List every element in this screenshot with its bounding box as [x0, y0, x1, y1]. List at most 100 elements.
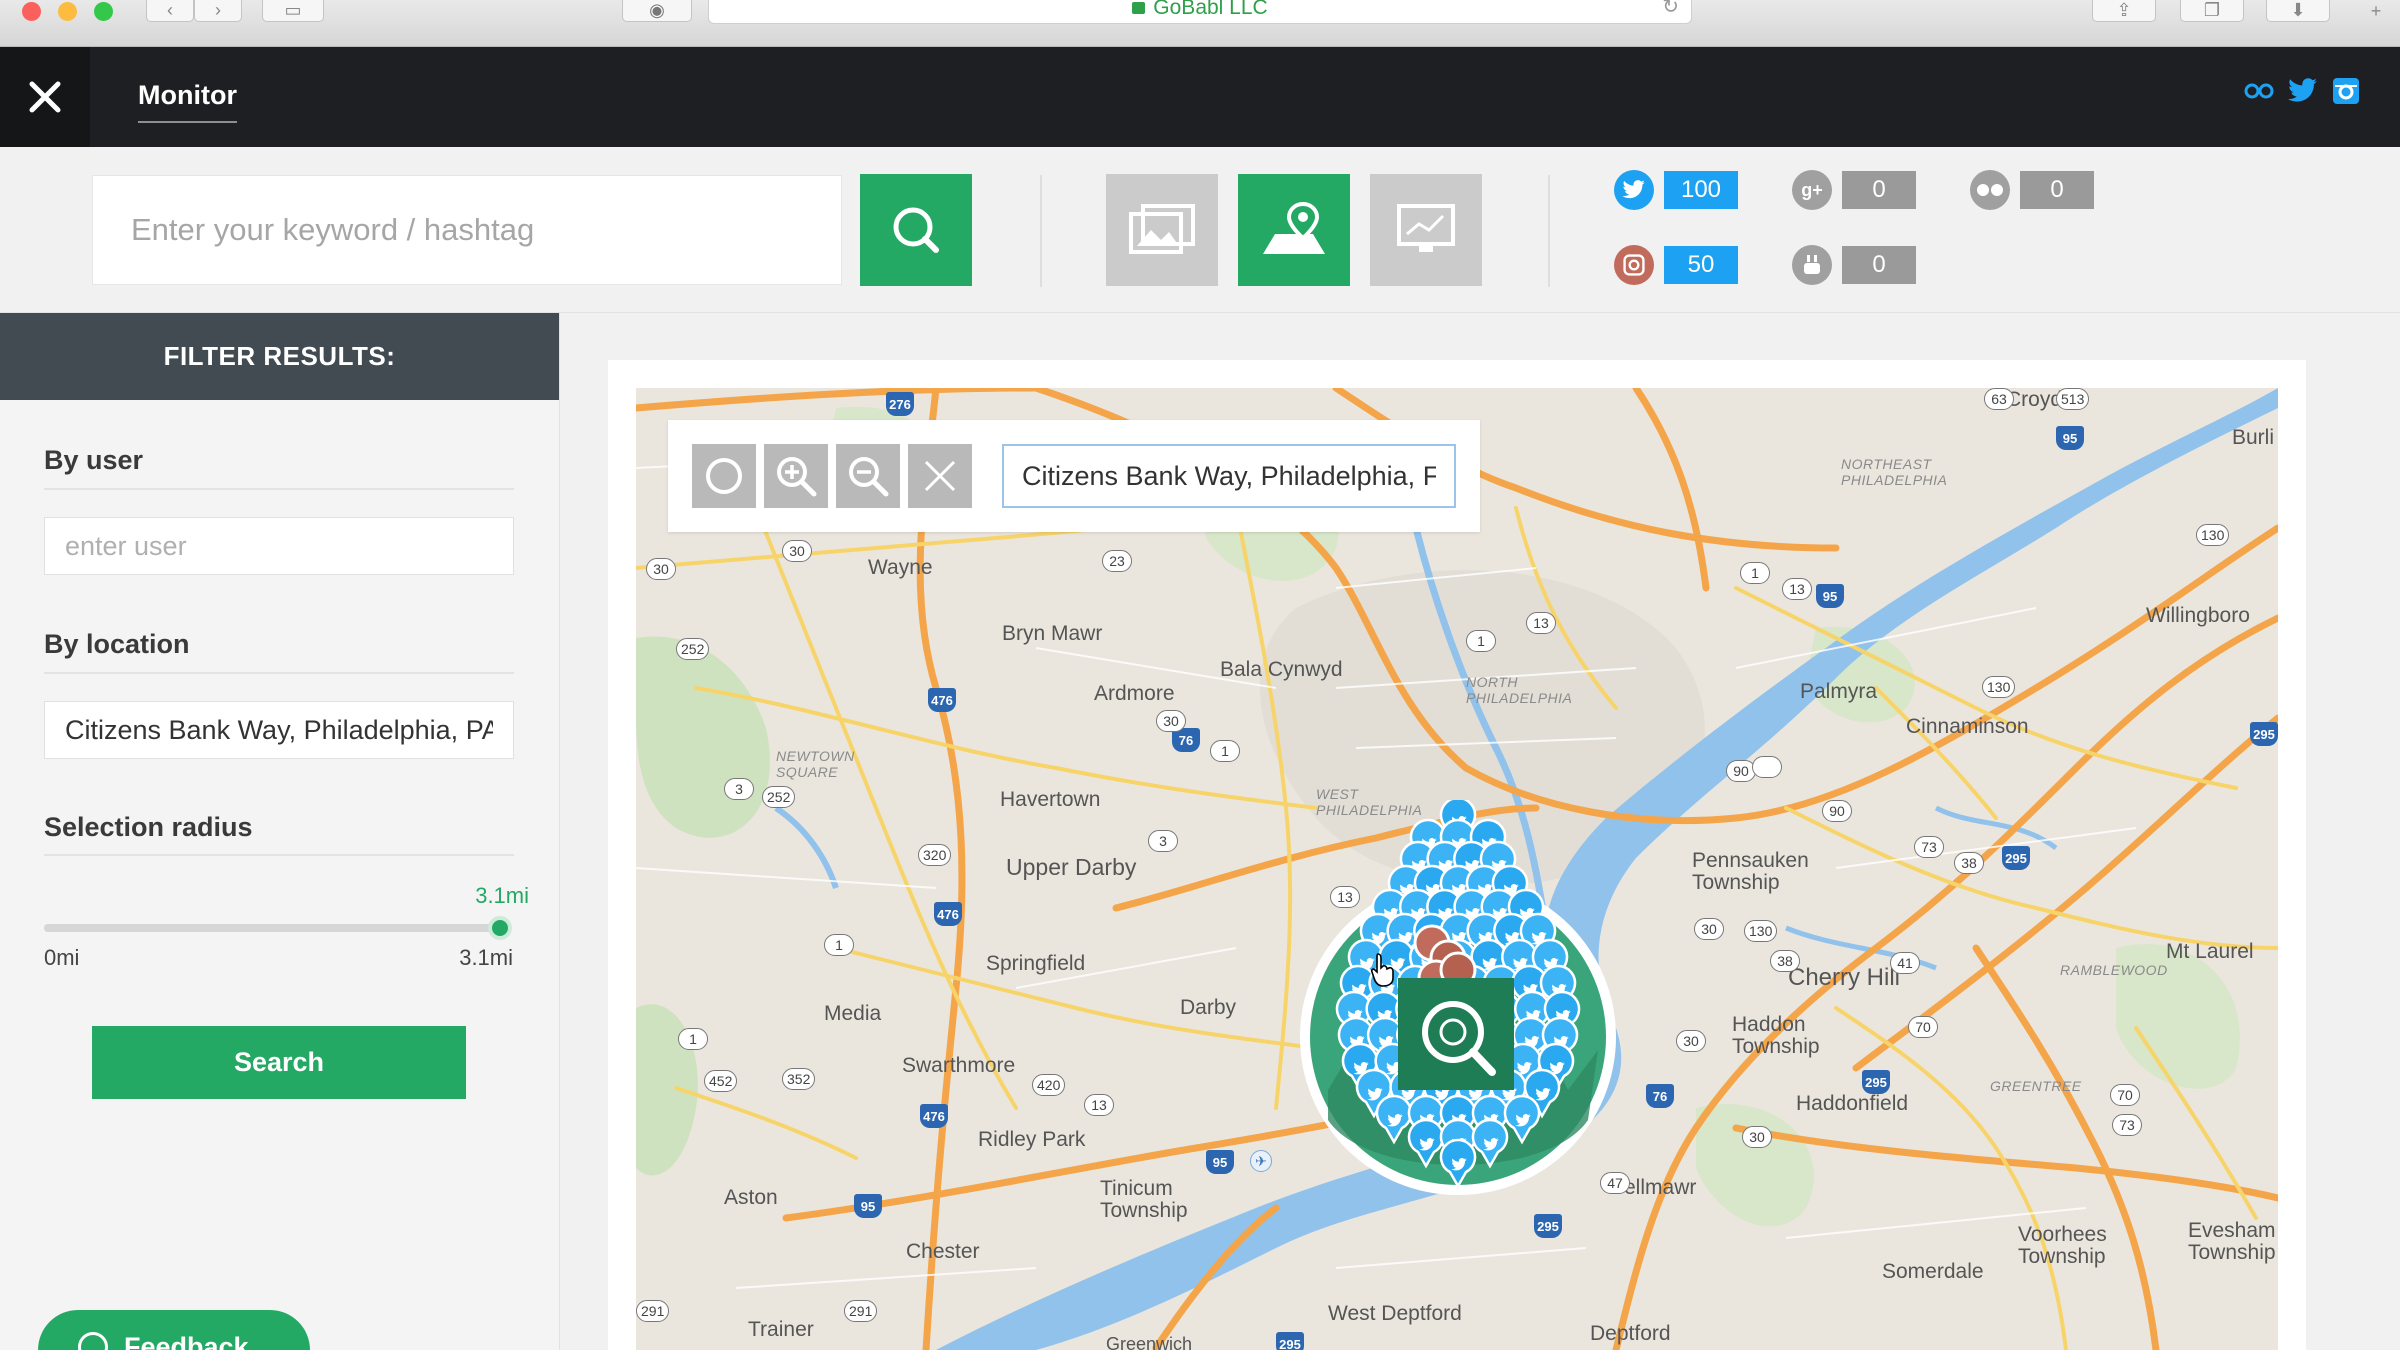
- route-marker: 30: [1694, 918, 1724, 940]
- browser-chrome: ‹ › ▭ ◉ GoBabl LLC ↻ ⇪ ❐ ⬇ +: [0, 0, 2400, 47]
- place-label: NORTHEAST PHILADELPHIA: [1841, 456, 1948, 488]
- route-marker: 90: [1822, 800, 1852, 822]
- filter-results-title: FILTER RESULTS:: [0, 313, 559, 400]
- place-label: Media: [824, 1002, 882, 1025]
- flickr-icon[interactable]: [2244, 83, 2274, 99]
- section-divider: [44, 672, 514, 674]
- share-icon: ⇪: [2116, 0, 2132, 20]
- feedback-tab[interactable]: Feedback: [38, 1310, 310, 1350]
- filter-search-button[interactable]: Search: [92, 1026, 466, 1099]
- flickr-count: 0: [1970, 170, 2094, 210]
- youtube-count: 0: [1792, 245, 1916, 285]
- route-marker: 73: [2112, 1114, 2142, 1136]
- new-tab-button[interactable]: +: [2352, 0, 2400, 22]
- map-view-button[interactable]: [1238, 174, 1350, 286]
- reload-icon[interactable]: ↻: [1662, 0, 1679, 19]
- share-button[interactable]: ⇪: [2092, 0, 2156, 22]
- route-marker: 320: [918, 844, 952, 866]
- route-marker: 73: [1914, 836, 1944, 858]
- place-label: Ridley Park: [978, 1128, 1086, 1151]
- place-label: Bala Cynwyd: [1220, 658, 1343, 681]
- map-location-input[interactable]: [1002, 444, 1456, 508]
- gallery-view-button[interactable]: [1106, 174, 1218, 286]
- place-label: Ardmore: [1094, 682, 1175, 705]
- route-marker: 1: [678, 1028, 708, 1050]
- radius-slider-fill: [44, 924, 500, 932]
- close-icon: [29, 81, 61, 113]
- route-shield: 476: [920, 1104, 948, 1128]
- route-shield: 276: [886, 392, 914, 416]
- route-marker: 41: [1890, 952, 1920, 974]
- route-marker: 1: [1740, 562, 1770, 584]
- mouse-cursor-icon: [1370, 953, 1394, 987]
- cluster-zoom-icon[interactable]: [1398, 978, 1514, 1090]
- twitter-icon: [1614, 170, 1654, 210]
- radius-slider[interactable]: [44, 916, 512, 940]
- download-icon: ⬇: [2290, 0, 2306, 20]
- route-marker: 420: [1032, 1074, 1066, 1096]
- route-marker: 452: [704, 1070, 738, 1092]
- keyword-search-button[interactable]: [860, 174, 972, 286]
- route-marker: 1: [824, 934, 854, 956]
- radius-slider-handle[interactable]: [488, 916, 512, 940]
- place-label: NEWTOWN SQUARE: [776, 748, 855, 780]
- sidebar-icon: ▭: [284, 0, 302, 20]
- clear-selection-button[interactable]: [908, 444, 972, 508]
- tab-monitor[interactable]: Monitor: [138, 80, 237, 123]
- forward-button[interactable]: ›: [194, 0, 242, 22]
- close-window-button[interactable]: [22, 2, 41, 21]
- twitter-count: 100: [1614, 170, 1738, 210]
- route-marker: [1752, 756, 1782, 778]
- downloads-button[interactable]: ⬇: [2266, 0, 2330, 22]
- map-pin-icon: [1263, 201, 1325, 254]
- place-label: Trainer: [748, 1318, 814, 1341]
- youtube-count-value: 0: [1842, 246, 1916, 284]
- search-toolbar: 100 g+ 0 0 50 0: [0, 147, 2400, 313]
- back-button[interactable]: ‹: [146, 0, 194, 22]
- address-bar[interactable]: GoBabl LLC ↻: [708, 0, 1692, 24]
- twitter-icon[interactable]: [2288, 78, 2318, 104]
- sidebar-toggle-button[interactable]: ▭: [262, 0, 324, 22]
- location-filter-input[interactable]: [44, 701, 514, 759]
- place-label: Wayne: [868, 556, 933, 579]
- place-label: Haddon Township: [1732, 1013, 1820, 1058]
- route-marker: 30: [1156, 710, 1186, 732]
- route-marker: 30: [646, 558, 676, 580]
- minimize-window-button[interactable]: [58, 2, 77, 21]
- place-label: Aston: [724, 1186, 778, 1209]
- pinterest-extension-button[interactable]: ◉: [622, 0, 692, 22]
- zoom-in-button[interactable]: [764, 444, 828, 508]
- instagram-count-value: 50: [1664, 246, 1738, 284]
- place-label: Deptford: [1590, 1322, 1671, 1345]
- analytics-view-button[interactable]: [1370, 174, 1482, 286]
- route-shield: 76: [1646, 1084, 1674, 1108]
- section-divider: [44, 854, 514, 856]
- lock-icon: [1132, 1, 1146, 14]
- place-label: Evesham Township: [2188, 1219, 2276, 1264]
- instagram-count: 50: [1614, 245, 1738, 285]
- instagram-icon[interactable]: [2332, 77, 2360, 105]
- route-marker: 13: [1526, 612, 1556, 634]
- route-marker: 252: [676, 638, 710, 660]
- flickr-icon: [1970, 170, 2010, 210]
- feedback-icon: [78, 1332, 108, 1350]
- user-filter-input[interactable]: [44, 517, 514, 575]
- airport-icon: ✈: [1250, 1150, 1272, 1172]
- circle-select-button[interactable]: [692, 444, 756, 508]
- route-marker: 130: [1744, 920, 1778, 942]
- route-marker: 1: [1466, 630, 1496, 652]
- place-label: Bryn Mawr: [1002, 622, 1103, 645]
- search-icon: [893, 207, 939, 253]
- flickr-count-value: 0: [2020, 171, 2094, 209]
- keyword-search-input[interactable]: [92, 175, 842, 285]
- maximize-window-button[interactable]: [94, 2, 113, 21]
- tabs-button[interactable]: ❐: [2180, 0, 2244, 22]
- place-label: West Deptford: [1328, 1302, 1462, 1325]
- route-marker: 13: [1084, 1094, 1114, 1116]
- post-cluster[interactable]: [1298, 796, 1618, 1200]
- place-label: Cinnaminson: [1906, 715, 2029, 738]
- close-button[interactable]: [0, 47, 90, 147]
- place-label: Voorhees Township: [2018, 1223, 2107, 1268]
- zoom-out-button[interactable]: [836, 444, 900, 508]
- route-marker: 130: [2196, 524, 2230, 546]
